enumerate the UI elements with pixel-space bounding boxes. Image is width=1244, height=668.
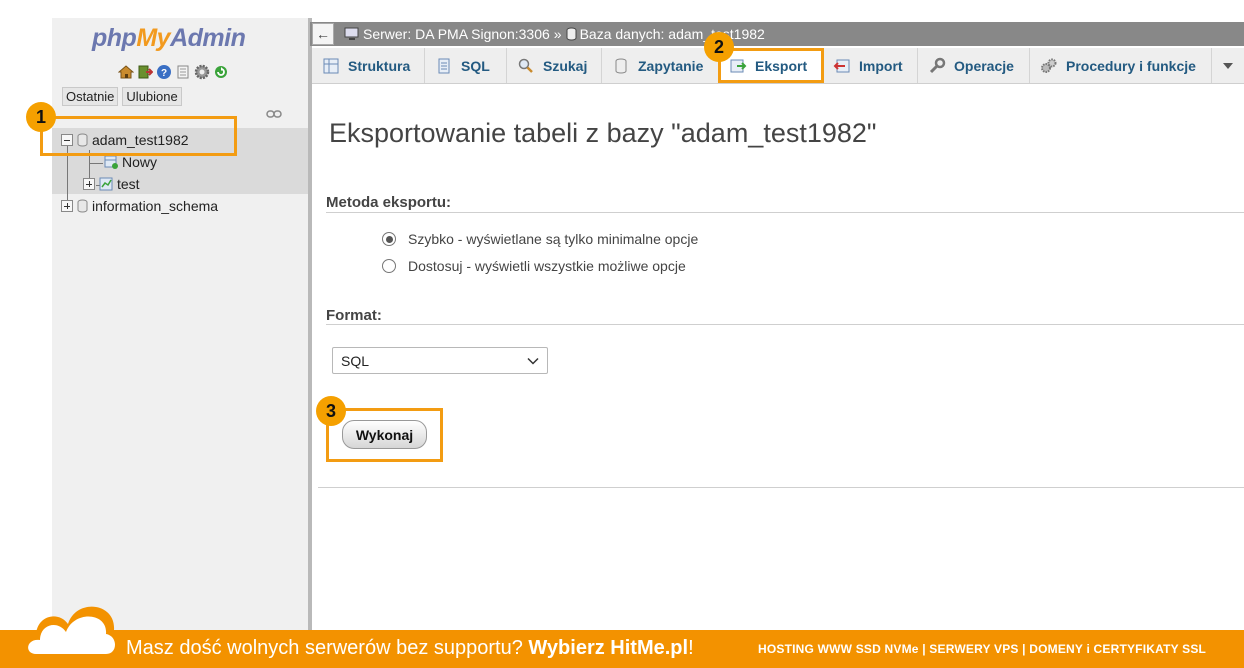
format-select[interactable]: SQL bbox=[332, 347, 548, 374]
home-icon[interactable] bbox=[118, 64, 134, 80]
search-icon bbox=[518, 58, 533, 73]
cloud-logo-icon bbox=[19, 606, 124, 656]
panel-resizer[interactable] bbox=[308, 18, 312, 632]
format-label: Format: bbox=[326, 307, 382, 324]
section-divider bbox=[326, 324, 1244, 325]
radio-custom-export[interactable]: Dostosuj - wyświetli wszystkie możliwe o… bbox=[382, 258, 686, 274]
tree-item-information-schema[interactable]: information_schema bbox=[61, 198, 218, 214]
tree-item-label: test bbox=[117, 176, 140, 192]
logout-icon[interactable] bbox=[137, 64, 153, 80]
highlight-step-1 bbox=[40, 116, 237, 156]
promo-banner[interactable]: Masz dość wolnych serwerów bez supportu?… bbox=[0, 630, 1244, 668]
server-icon bbox=[344, 27, 359, 40]
radio-button[interactable] bbox=[382, 259, 396, 273]
chevron-down-icon bbox=[1223, 62, 1233, 69]
database-icon bbox=[77, 199, 88, 213]
tab-label: Struktura bbox=[348, 57, 411, 74]
expand-icon[interactable] bbox=[83, 178, 95, 190]
tree-item-label: information_schema bbox=[92, 198, 219, 214]
favorite-tables-button[interactable]: Ulubione bbox=[122, 87, 182, 106]
link-icon[interactable] bbox=[266, 109, 282, 119]
export-method-label: Metoda eksportu: bbox=[326, 194, 452, 211]
sql-icon bbox=[438, 58, 450, 73]
banner-slogan: Masz dość wolnych serwerów bez supportu?… bbox=[126, 637, 694, 659]
query-icon bbox=[615, 58, 627, 73]
breadcrumb-database[interactable]: Baza danych: adam_test1982 bbox=[566, 26, 765, 42]
tab-label: Szukaj bbox=[543, 57, 588, 74]
step-badge-2: 2 bbox=[704, 32, 734, 62]
radio-quick-export[interactable]: Szybko - wyświetlane są tylko minimalne … bbox=[382, 231, 698, 247]
tab-label: Import bbox=[859, 57, 903, 74]
highlight-step-2 bbox=[718, 48, 824, 83]
breadcrumb-server[interactable]: Serwer: DA PMA Signon:3306 bbox=[344, 26, 550, 42]
navigation-panel: phpMyAdmin ? Ostatnie Ulubione adam_test… bbox=[52, 18, 308, 632]
step-badge-1: 1 bbox=[26, 102, 56, 132]
tree-item-test[interactable]: test bbox=[83, 176, 140, 192]
new-table-icon bbox=[104, 155, 118, 169]
tab-sql[interactable]: SQL bbox=[425, 48, 507, 83]
banner-services: HOSTING WWW SSD NVMe | SERWERY VPS | DOM… bbox=[758, 642, 1207, 656]
docs-icon[interactable] bbox=[175, 64, 191, 80]
tab-structure[interactable]: Struktura bbox=[312, 48, 425, 83]
phpmyadmin-logo[interactable]: phpMyAdmin bbox=[92, 24, 246, 53]
nav-icon-bar: ? bbox=[118, 64, 229, 80]
recent-tables-button[interactable]: Ostatnie bbox=[62, 87, 119, 106]
breadcrumb-separator: » bbox=[553, 26, 562, 42]
page: phpMyAdmin ? Ostatnie Ulubione adam_test… bbox=[0, 0, 1244, 668]
expand-icon[interactable] bbox=[61, 200, 73, 212]
reload-icon[interactable] bbox=[213, 64, 229, 80]
step-badge-3: 3 bbox=[316, 396, 346, 426]
help-icon[interactable]: ? bbox=[156, 64, 172, 80]
radio-label: Dostosuj - wyświetli wszystkie możliwe o… bbox=[408, 258, 686, 274]
svg-text:?: ? bbox=[161, 68, 167, 79]
back-button[interactable]: ← bbox=[312, 23, 334, 45]
tree-item-label: Nowy bbox=[122, 154, 158, 170]
tab-label: Operacje bbox=[954, 57, 1014, 74]
section-divider bbox=[318, 487, 1244, 488]
tab-import[interactable]: Import bbox=[823, 48, 918, 83]
radio-button[interactable] bbox=[382, 232, 396, 246]
tab-search[interactable]: Szukaj bbox=[507, 48, 602, 83]
tab-label: Zapytanie bbox=[638, 57, 704, 74]
tab-query[interactable]: Zapytanie bbox=[602, 48, 719, 83]
wrench-icon bbox=[929, 57, 946, 73]
import-icon bbox=[833, 59, 850, 72]
tab-routines[interactable]: Procedury i funkcje bbox=[1030, 48, 1212, 83]
tab-operations[interactable]: Operacje bbox=[918, 48, 1030, 83]
routines-icon bbox=[1041, 58, 1057, 73]
breadcrumb-server-label: Serwer: DA PMA Signon:3306 bbox=[363, 26, 550, 42]
tab-label: SQL bbox=[461, 57, 490, 74]
page-title: Eksportowanie tabeli z bazy "adam_test19… bbox=[329, 118, 877, 148]
nav-links: Ostatnie Ulubione bbox=[62, 87, 182, 106]
more-tabs-button[interactable] bbox=[1212, 48, 1244, 83]
breadcrumb: ← Serwer: DA PMA Signon:3306 » Baza dany… bbox=[310, 22, 1244, 46]
tree-line bbox=[89, 163, 103, 164]
gear-icon[interactable] bbox=[194, 64, 210, 80]
structure-icon bbox=[323, 58, 339, 73]
tab-label: Procedury i funkcje bbox=[1066, 57, 1196, 74]
database-icon bbox=[566, 27, 577, 41]
section-divider bbox=[326, 212, 1244, 213]
chevron-down-icon bbox=[527, 357, 539, 365]
tree-item-new[interactable]: Nowy bbox=[104, 154, 157, 170]
table-icon bbox=[99, 177, 113, 191]
radio-label: Szybko - wyświetlane są tylko minimalne … bbox=[408, 231, 699, 247]
format-select-value: SQL bbox=[341, 352, 370, 369]
breadcrumb-database-label: Baza danych: adam_test1982 bbox=[579, 26, 765, 42]
